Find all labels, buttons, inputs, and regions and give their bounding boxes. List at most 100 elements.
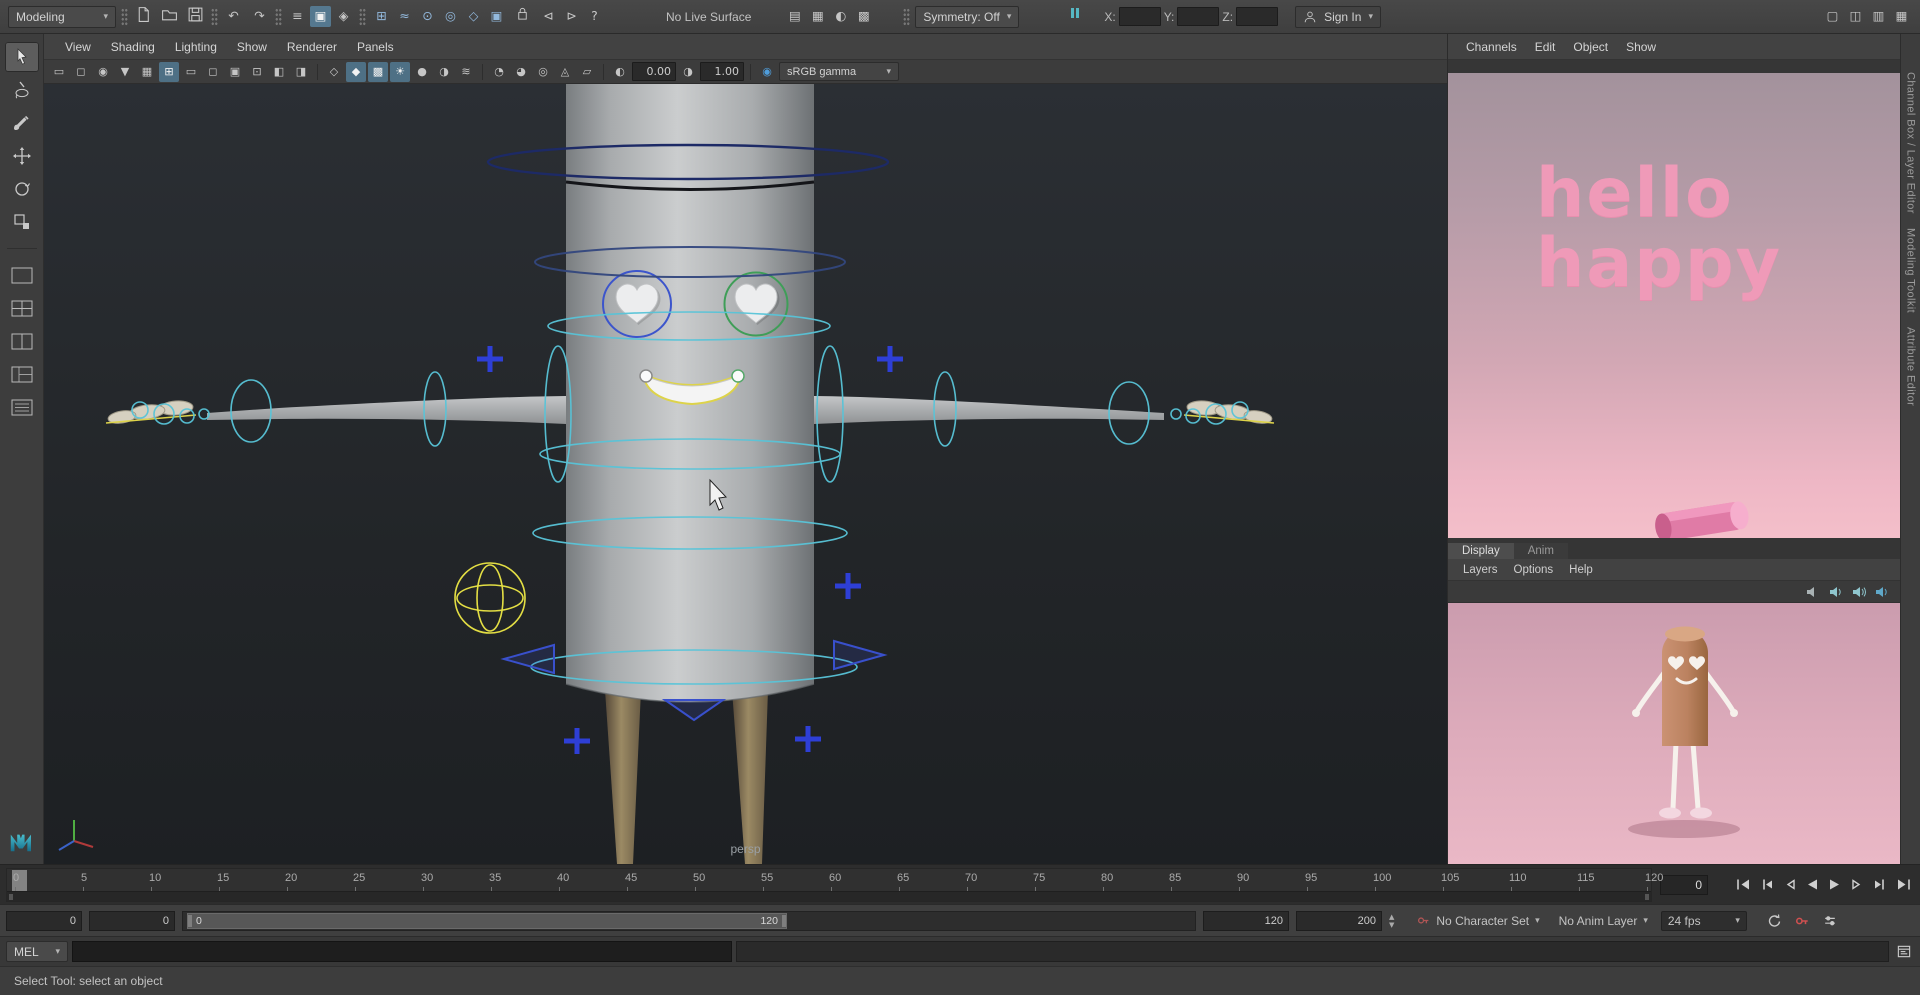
sign-in-button[interactable]: Sign In▾ <box>1295 6 1381 28</box>
camera-attributes-icon[interactable]: ◉ <box>93 62 113 82</box>
view-grid-icon[interactable]: ⊞ <box>159 62 179 82</box>
exposure-field[interactable]: 0.00 <box>632 62 676 81</box>
toolbar-grip[interactable] <box>211 8 218 26</box>
hotbox-controls-icon[interactable]: ▦ <box>1891 6 1912 27</box>
time-tick[interactable]: 0 <box>13 872 19 884</box>
bookmark-view-icon[interactable]: ▼ <box>115 62 135 82</box>
command-input[interactable] <box>72 941 732 962</box>
render-settings-icon[interactable]: ▩ <box>853 6 874 27</box>
time-slider[interactable]: 0510152025303540455055606570758085909510… <box>6 868 1652 902</box>
go-to-end-button[interactable] <box>1893 875 1914 895</box>
go-to-start-button[interactable] <box>1732 875 1753 895</box>
outliner-button[interactable] <box>5 392 39 422</box>
time-tick[interactable]: 70 <box>965 872 977 884</box>
time-tick[interactable]: 115 <box>1577 872 1595 884</box>
save-scene-icon[interactable] <box>185 6 206 27</box>
time-tick[interactable]: 85 <box>1169 872 1181 884</box>
range-handle-left[interactable] <box>188 915 192 927</box>
script-editor-icon[interactable] <box>1893 942 1914 962</box>
select-tool-button[interactable] <box>5 42 39 72</box>
auto-key-icon[interactable] <box>1792 911 1813 931</box>
tab-display[interactable]: Display <box>1448 543 1514 559</box>
render-current-frame-icon[interactable]: ▦ <box>807 6 828 27</box>
lock-icon[interactable] <box>512 6 533 27</box>
animation-end-field[interactable]: 200 <box>1296 911 1382 931</box>
speaker-icon[interactable] <box>1829 586 1844 598</box>
toolbar-grip[interactable] <box>359 8 366 26</box>
time-tick[interactable]: 65 <box>897 872 909 884</box>
image-plane-icon[interactable]: ▦ <box>137 62 157 82</box>
gate-mask-icon[interactable]: ▣ <box>225 62 245 82</box>
toolbar-grip[interactable] <box>903 8 910 26</box>
resolution-gate-icon[interactable]: ◻ <box>203 62 223 82</box>
speaker-icon[interactable] <box>1875 586 1890 598</box>
symmetry-dropdown[interactable]: Symmetry: Off▾ <box>915 6 1019 28</box>
paint-selection-tool-button[interactable] <box>5 108 39 138</box>
time-tick[interactable]: 100 <box>1373 872 1391 884</box>
tab-anim[interactable]: Anim <box>1514 543 1568 559</box>
playback-end-field[interactable]: 120 <box>1203 911 1289 931</box>
outputs-from-selected-icon[interactable]: ⊳ <box>561 6 582 27</box>
menu-lighting[interactable]: Lighting <box>166 37 226 57</box>
menu-show[interactable]: Show <box>1618 37 1664 57</box>
open-scene-icon[interactable] <box>159 6 180 27</box>
shaded-icon[interactable]: ◆ <box>346 62 366 82</box>
textured-icon[interactable]: ▩ <box>368 62 388 82</box>
time-tick[interactable]: 90 <box>1237 872 1249 884</box>
anim-layer-dropdown[interactable]: No Anim Layer ▾ <box>1553 911 1654 931</box>
color-management-icon[interactable]: ◉ <box>757 62 777 82</box>
field-chart-icon[interactable]: ⊡ <box>247 62 267 82</box>
view-transform-dropdown[interactable]: sRGB gamma ▾ <box>779 62 899 81</box>
plugin-shapes-icon[interactable]: ◬ <box>555 62 575 82</box>
menu-options[interactable]: Options <box>1507 562 1561 578</box>
time-tick[interactable]: 110 <box>1509 872 1527 884</box>
open-render-view-icon[interactable]: ▤ <box>784 6 805 27</box>
range-slider-track[interactable]: 0 120 <box>182 911 1196 931</box>
snap-to-view-plane-icon[interactable]: ◇ <box>463 6 484 27</box>
time-tick[interactable]: 20 <box>285 872 297 884</box>
playback-start-field[interactable]: 0 <box>89 911 175 931</box>
current-frame-field[interactable]: 0 <box>1660 875 1708 895</box>
time-tick[interactable]: 120 <box>1645 872 1663 884</box>
toolbar-grip[interactable] <box>121 8 128 26</box>
panel-layout-icon[interactable]: ◫ <box>1845 6 1866 27</box>
step-forward-frame-button[interactable] <box>1870 875 1891 895</box>
time-tick[interactable]: 40 <box>557 872 569 884</box>
speaker-icon[interactable] <box>1852 586 1867 598</box>
scale-tool-button[interactable] <box>5 207 39 237</box>
menu-set-dropdown[interactable]: Modeling▾ <box>8 6 116 28</box>
time-tick[interactable]: 50 <box>693 872 705 884</box>
exposure-icon[interactable]: ◐ <box>610 62 630 82</box>
menu-layers[interactable]: Layers <box>1456 562 1505 578</box>
x-field[interactable] <box>1119 7 1161 26</box>
gamma-field[interactable]: 1.00 <box>700 62 744 81</box>
time-tick[interactable]: 30 <box>421 872 433 884</box>
time-tick[interactable]: 55 <box>761 872 773 884</box>
time-tick[interactable]: 95 <box>1305 872 1317 884</box>
wireframe-icon[interactable]: ◇ <box>324 62 344 82</box>
xray-icon[interactable]: ◔ <box>489 62 509 82</box>
menu-view[interactable]: View <box>56 37 100 57</box>
menu-renderer[interactable]: Renderer <box>278 37 346 57</box>
menu-panels[interactable]: Panels <box>348 37 403 57</box>
step-back-frame-button[interactable] <box>1755 875 1776 895</box>
pause-icon[interactable] <box>1064 6 1085 27</box>
xray-joints-icon[interactable]: ◕ <box>511 62 531 82</box>
character-set-dropdown[interactable]: No Character Set ▾ <box>1411 911 1545 931</box>
time-tick[interactable]: 80 <box>1101 872 1113 884</box>
menu-channels[interactable]: Channels <box>1458 37 1525 57</box>
select-by-object-icon[interactable]: ▣ <box>310 6 331 27</box>
move-tool-button[interactable] <box>5 141 39 171</box>
grease-pencil-icon[interactable]: ▱ <box>577 62 597 82</box>
isolate-select-icon[interactable]: ◎ <box>533 62 553 82</box>
select-by-hierarchy-icon[interactable]: ≡ <box>287 6 308 27</box>
gamma-icon[interactable]: ◑ <box>678 62 698 82</box>
layout-single-pane-button[interactable] <box>5 260 39 290</box>
command-language-button[interactable]: MEL ▾ <box>6 941 68 962</box>
layout-persp-outliner-button[interactable] <box>5 359 39 389</box>
fps-dropdown[interactable]: 24 fps ▾ <box>1661 911 1747 931</box>
construction-history-icon[interactable]: ? <box>584 6 605 27</box>
menu-show[interactable]: Show <box>228 37 276 57</box>
time-tick[interactable]: 15 <box>217 872 229 884</box>
step-back-key-button[interactable] <box>1778 875 1799 895</box>
